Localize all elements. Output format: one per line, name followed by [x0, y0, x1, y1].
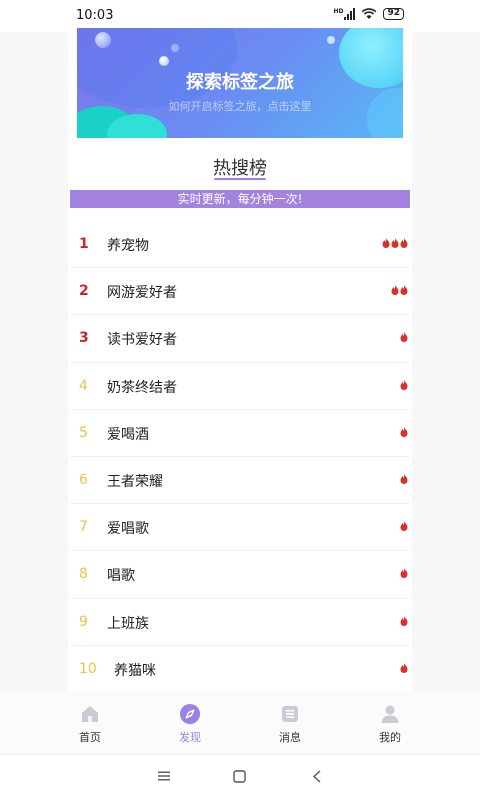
- rank-label: 网游爱好者: [107, 285, 177, 302]
- realtime-note: 实时更新，每分钟一次!: [70, 190, 410, 208]
- flame-icon: [400, 568, 408, 579]
- user-icon: [381, 705, 399, 723]
- message-icon: [282, 706, 298, 722]
- flame-icon: [400, 662, 408, 673]
- rank-row[interactable]: 9 上班族: [70, 599, 410, 646]
- rank-label: 上班族: [107, 615, 149, 632]
- banner-bubble: [95, 32, 111, 48]
- tag-journey-banner[interactable]: 探索标签之旅 如何开启标签之旅，点击这里: [77, 28, 403, 138]
- compass-icon: [180, 704, 200, 724]
- banner-subtitle: 如何开启标签之旅，点击这里: [168, 100, 312, 113]
- rank-row[interactable]: 5 爱喝酒: [70, 410, 410, 457]
- nav-label: 我的: [379, 731, 401, 744]
- flame-icon: [400, 332, 408, 343]
- network-type: HD: [333, 7, 344, 15]
- flame-icon: [400, 238, 408, 248]
- nav-item-discover[interactable]: 发现: [155, 690, 225, 754]
- discover-page: 探索标签之旅 如何开启标签之旅，点击这里 热搜榜 实时更新，每分钟一次! 1 养…: [68, 28, 412, 690]
- nav-label: 发现: [179, 731, 201, 744]
- rank-label: 王者荣耀: [107, 473, 163, 490]
- flame-icon: [400, 615, 408, 626]
- rank-row[interactable]: 8 唱歌: [70, 551, 410, 599]
- battery-indicator: 92: [383, 8, 404, 20]
- rank-row[interactable]: 10 养猫咪: [70, 646, 410, 690]
- heat-indicator: [400, 662, 408, 673]
- rank-row[interactable]: 4 奶茶终结者: [70, 363, 410, 410]
- banner-bubble: [327, 36, 335, 44]
- rank-number: 9: [79, 613, 88, 630]
- rank-label: 唱歌: [107, 568, 135, 585]
- nav-item-messages[interactable]: 消息: [255, 690, 325, 754]
- home-icon: [82, 706, 98, 722]
- heat-indicator: [400, 379, 408, 390]
- flame-icon: [400, 521, 408, 532]
- rank-row[interactable]: 3 读书爱好者: [70, 315, 410, 363]
- rank-label: 养猫咪: [114, 662, 156, 679]
- flame-icon: [400, 285, 408, 296]
- flame-icon: [400, 426, 408, 437]
- status-icons: HD 92: [333, 8, 404, 20]
- heat-indicator: [400, 473, 408, 484]
- rank-number: 3: [79, 330, 89, 347]
- rank-number: 4: [79, 377, 88, 394]
- nav-item-home[interactable]: 首页: [55, 690, 125, 754]
- flame-icon: [382, 238, 390, 248]
- rank-number: 10: [79, 660, 97, 677]
- nav-item-profile[interactable]: 我的: [355, 690, 425, 754]
- status-time: 10:03: [76, 8, 114, 23]
- rank-row[interactable]: 2 网游爱好者: [70, 268, 410, 316]
- heat-indicator: [400, 426, 408, 437]
- flame-icon: [391, 238, 399, 248]
- heat-indicator: [382, 238, 408, 248]
- rank-row[interactable]: 6 王者荣耀: [70, 457, 410, 505]
- system-nav-bar: [0, 754, 480, 800]
- rank-label: 奶茶终结者: [107, 379, 177, 396]
- home-button-icon[interactable]: [233, 770, 246, 783]
- wifi-icon: [362, 8, 377, 19]
- signal-icon: [344, 8, 356, 20]
- flame-icon: [391, 285, 399, 296]
- menu-icon[interactable]: [158, 770, 170, 782]
- bottom-nav: 首页 发现 消息 我的: [0, 690, 480, 754]
- nav-label: 首页: [79, 731, 101, 744]
- heat-indicator: [391, 285, 408, 296]
- flame-icon: [400, 379, 408, 390]
- rank-label: 爱唱歌: [107, 521, 149, 538]
- rank-row[interactable]: 7 爱唱歌: [70, 504, 410, 552]
- banner-bubble: [171, 44, 179, 52]
- rank-label: 爱喝酒: [107, 426, 149, 443]
- rank-number: 1: [79, 236, 89, 252]
- rank-number: 8: [79, 566, 88, 583]
- rank-label: 读书爱好者: [107, 332, 177, 349]
- back-icon[interactable]: [312, 770, 322, 783]
- rank-label: 养宠物: [107, 238, 149, 254]
- hot-rank-list: 1 养宠物 2 网游爱好者 3 读书爱好者 4 奶茶终结者 5 爱喝酒 6 王者…: [70, 221, 410, 690]
- banner-bubble: [159, 56, 169, 66]
- hot-title-underline: [214, 178, 266, 180]
- heat-indicator: [400, 521, 408, 532]
- rank-number: 2: [79, 283, 89, 300]
- heat-indicator: [400, 615, 408, 626]
- banner-title: 探索标签之旅: [186, 72, 294, 93]
- flame-icon: [400, 473, 408, 484]
- rank-row[interactable]: 1 养宠物: [70, 221, 410, 269]
- heat-indicator: [400, 568, 408, 579]
- nav-label: 消息: [279, 731, 301, 744]
- rank-number: 5: [79, 424, 88, 441]
- heat-indicator: [400, 332, 408, 343]
- rank-number: 6: [79, 471, 88, 488]
- rank-number: 7: [79, 519, 88, 536]
- hot-list-title: 热搜榜: [213, 158, 267, 179]
